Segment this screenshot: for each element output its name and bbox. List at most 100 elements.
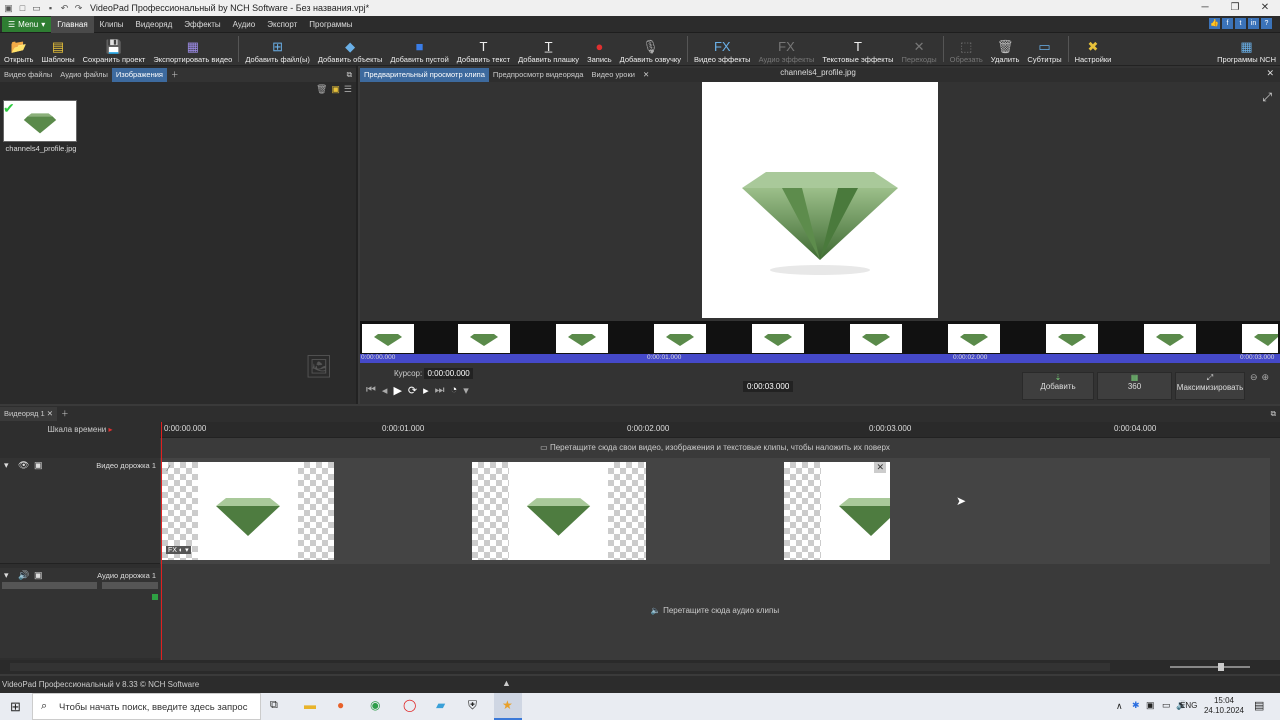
windows-start-icon[interactable]: ⊞ <box>10 699 21 715</box>
new-icon[interactable]: □ <box>17 3 28 14</box>
save-icon[interactable]: ▪ <box>45 3 56 14</box>
timeline-clip[interactable]: FX ◐ ▾ ⁄ <box>162 462 334 560</box>
add-title-button[interactable]: T̲ Добавить плашку <box>514 33 583 66</box>
go-start-icon[interactable]: ⏮ <box>366 384 376 397</box>
tab-clips[interactable]: Клипы <box>94 16 130 33</box>
timeline-clip[interactable]: ✕ <box>784 462 890 560</box>
clock[interactable]: 15:04 24.10.2024 <box>1200 696 1248 716</box>
volume-slider[interactable] <box>2 582 97 589</box>
zoom-slider-handle[interactable] <box>1218 663 1224 671</box>
close-icon[interactable]: ✕ <box>1250 0 1280 16</box>
collapse-icon[interactable]: ▾ <box>4 460 9 471</box>
add-objects-button[interactable]: ◆ Добавить объекты <box>314 33 387 66</box>
firefox-icon[interactable]: ● <box>337 698 344 712</box>
lock-icon[interactable]: ▣ <box>34 460 43 471</box>
transition-icon[interactable]: ✕ <box>874 462 886 473</box>
opera-icon[interactable]: ◯ <box>403 698 416 712</box>
add-bin-icon[interactable]: ＋ <box>167 68 183 82</box>
linkedin-icon[interactable]: in <box>1248 18 1259 29</box>
maximize-button[interactable]: ⤢ Максимизировать <box>1175 372 1245 400</box>
add-narration-button[interactable]: 🎙 Добавить озвучку <box>616 33 685 66</box>
tab-export[interactable]: Экспорт <box>261 16 303 33</box>
delete-button[interactable]: 🗑 Удалить <box>987 33 1024 66</box>
playhead[interactable] <box>161 422 162 660</box>
add-sequence-icon[interactable]: ＋ <box>57 407 73 421</box>
add-to-sequence-button[interactable]: ⇣ Добавить <box>1022 372 1094 400</box>
record-button[interactable]: ● Запись <box>583 33 616 66</box>
like-icon[interactable]: 👍 <box>1209 18 1220 29</box>
speed-icon[interactable]: ◔ <box>451 384 458 397</box>
timeline-scrollbar[interactable] <box>0 660 1280 674</box>
close-panel-icon[interactable]: ✕ <box>1266 68 1274 79</box>
tab-home[interactable]: Главная <box>51 15 94 33</box>
undock-icon[interactable]: ⧉ <box>343 68 356 82</box>
security-app-icon[interactable]: ⛨ <box>468 698 477 713</box>
undock-sequence-icon[interactable]: ⧉ <box>1267 407 1280 421</box>
360-button[interactable]: ▦ 360 <box>1097 372 1172 400</box>
videopad-taskbar-button[interactable]: ★ <box>494 693 522 720</box>
notifications-icon[interactable]: ▤ <box>1254 699 1264 712</box>
export-video-button[interactable]: ▦ Экспортировать видео <box>149 33 236 66</box>
task-view-icon[interactable]: ⧉ <box>270 699 278 712</box>
open-icon[interactable]: ▭ <box>31 3 42 14</box>
restore-icon[interactable]: ❐ <box>1220 0 1250 16</box>
tab-audio[interactable]: Аудио <box>227 16 262 33</box>
collapse-icon[interactable]: ▾ <box>4 570 9 581</box>
help-icon[interactable]: ? <box>1261 18 1272 29</box>
undo-icon[interactable]: ↶ <box>59 3 70 14</box>
timeline-ruler[interactable]: Шкала времени ▸ 0:00:00.000 0:00:01.000 … <box>0 422 1280 438</box>
tab-effects[interactable]: Эффекты <box>178 16 226 33</box>
tray-app-icon[interactable]: ▣ <box>1146 700 1155 711</box>
templates-button[interactable]: ▤ Шаблоны <box>37 33 78 66</box>
next-frame-icon[interactable]: ▸ <box>423 384 429 397</box>
tab-sequence-1[interactable]: Видеоряд 1 ✕ <box>0 407 58 421</box>
tab-audio-files[interactable]: Аудио файлы <box>56 68 112 82</box>
open-button[interactable]: 📂 Открыть <box>0 33 37 66</box>
prev-frame-icon[interactable]: ◂ <box>382 384 388 397</box>
audio-track[interactable]: 🔈 Перетащите сюда аудио клипы <box>160 568 1270 658</box>
chrome-icon[interactable]: ◉ <box>370 698 380 712</box>
zoom-in-icon[interactable]: ⊕ <box>1262 372 1270 383</box>
pan-slider[interactable] <box>102 582 158 589</box>
settings-button[interactable]: ✖ Настройки <box>1071 33 1116 66</box>
clip-filmstrip[interactable] <box>360 321 1280 354</box>
redo-icon[interactable]: ↷ <box>73 3 84 14</box>
video-track[interactable]: FX ◐ ▾ ⁄ ✕ ➤ <box>160 458 1270 564</box>
trash-icon[interactable]: 🗑 <box>316 84 327 95</box>
save-project-button[interactable]: 💾 Сохранить проект <box>79 33 150 66</box>
tab-programs[interactable]: Программы <box>303 16 358 33</box>
keyboard-language[interactable]: ENG <box>1180 701 1197 710</box>
tab-sequence[interactable]: Видеоряд <box>130 16 179 33</box>
preview-canvas[interactable] <box>702 82 938 318</box>
tab-images[interactable]: Изображения <box>111 68 167 82</box>
menu-button[interactable]: ☰ Menu ▾ <box>2 16 52 32</box>
speaker-icon[interactable]: 🔊 <box>18 570 29 581</box>
transitions-button[interactable]: ✕ Переходы <box>897 33 940 66</box>
chevron-down-icon[interactable]: ▾ <box>463 384 469 397</box>
clip-time-ruler[interactable]: 0:00:00.000 0:00:01.000 0:00:02.000 0:00… <box>360 354 1280 363</box>
network-icon[interactable]: ▭ <box>1162 700 1171 711</box>
lock-icon[interactable]: ▣ <box>34 570 43 581</box>
pan-zoom-icon[interactable]: ⁄ <box>168 464 169 473</box>
minimize-icon[interactable]: ─ <box>1190 0 1220 16</box>
eye-icon[interactable]: 👁 <box>18 460 29 471</box>
folder-icon[interactable]: ▣ <box>331 84 340 95</box>
clip-fx-icon[interactable]: FX ◐ ▾ <box>166 546 191 554</box>
add-blank-button[interactable]: ■ Добавить пустой <box>386 33 452 66</box>
timeline-clip[interactable] <box>472 462 646 560</box>
add-files-button[interactable]: ⊞ Добавить файл(ы) <box>241 33 314 66</box>
video-effects-button[interactable]: FX Видео эффекты <box>690 33 755 66</box>
taskbar-search[interactable]: ⌕ Чтобы начать поиск, введите здесь запр… <box>32 693 261 720</box>
fullscreen-icon[interactable]: ⤢ <box>1262 90 1272 105</box>
play-icon[interactable]: ▶ <box>393 384 401 397</box>
subtitles-button[interactable]: ▭ Субтитры <box>1023 33 1065 66</box>
scroll-track[interactable] <box>10 663 1110 671</box>
text-effects-button[interactable]: T Текстовые эффекты <box>818 33 897 66</box>
list-view-icon[interactable]: ☰ <box>344 84 352 95</box>
cursor-time[interactable]: 0:00:00.000 <box>424 368 473 379</box>
facebook-icon[interactable]: f <box>1222 18 1233 29</box>
tray-chevron-icon[interactable]: ∧ <box>1116 701 1123 712</box>
bluetooth-icon[interactable]: ✱ <box>1132 700 1140 711</box>
tab-video-files[interactable]: Видео файлы <box>0 68 56 82</box>
nch-programs-button[interactable]: ▦ Программы NCH <box>1213 33 1280 66</box>
